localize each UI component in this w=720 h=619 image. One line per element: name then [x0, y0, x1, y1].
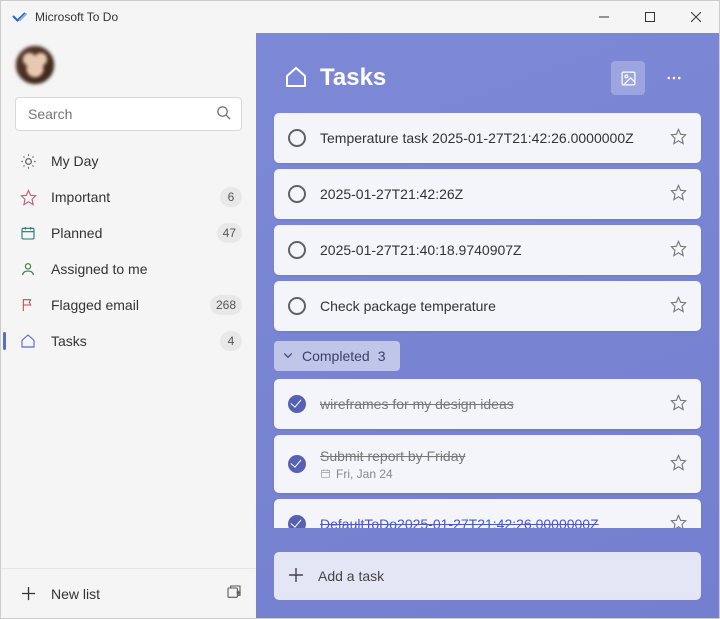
theme-button[interactable] — [611, 61, 645, 95]
star-icon[interactable] — [670, 240, 687, 260]
sidebar-footer: New list — [1, 568, 256, 618]
search-input[interactable] — [26, 105, 216, 123]
completed-label: Completed — [302, 348, 370, 364]
task-title: 2025-01-27T21:42:26Z — [320, 186, 656, 202]
sidebar-item-planned[interactable]: Planned 47 — [1, 215, 256, 251]
complete-circle[interactable] — [288, 241, 306, 259]
star-icon[interactable] — [670, 394, 687, 414]
sun-icon — [19, 153, 37, 170]
sidebar: My Day Important 6 Planned 47 — [1, 33, 256, 618]
star-icon[interactable] — [670, 454, 687, 474]
task-row[interactable]: Check package temperature — [274, 281, 701, 331]
person-icon — [19, 261, 37, 277]
task-title: Submit report by Friday — [320, 448, 656, 464]
task-title: Check package temperature — [320, 298, 656, 314]
sidebar-item-label: Important — [51, 189, 206, 205]
sidebar-item-label: Planned — [51, 225, 203, 241]
new-list-button[interactable]: New list — [51, 586, 212, 602]
star-icon[interactable] — [670, 296, 687, 316]
main-panel: Tasks Temperature task 2025-01-27T21:42:… — [256, 33, 719, 618]
completed-toggle[interactable]: Completed 3 — [274, 341, 400, 371]
task-title: DefaultToDo2025-01-27T21:42:26.0000000Z — [320, 516, 656, 528]
calendar-icon — [19, 225, 37, 241]
nav-list: My Day Important 6 Planned 47 — [1, 143, 256, 359]
completed-check-icon[interactable] — [288, 395, 306, 413]
star-icon[interactable] — [670, 184, 687, 204]
sidebar-item-tasks[interactable]: Tasks 4 — [1, 323, 256, 359]
task-row[interactable]: DefaultToDo2025-01-27T21:42:26.0000000Z — [274, 499, 701, 528]
close-button[interactable] — [673, 1, 719, 33]
sidebar-item-label: My Day — [51, 153, 242, 169]
window-controls — [581, 1, 719, 33]
complete-circle[interactable] — [288, 129, 306, 147]
task-row[interactable]: 2025-01-27T21:40:18.9740907Z — [274, 225, 701, 275]
star-icon[interactable] — [670, 128, 687, 148]
more-options-button[interactable] — [657, 61, 691, 95]
complete-circle[interactable] — [288, 185, 306, 203]
window-title: Microsoft To Do — [35, 10, 118, 24]
title-bar: Microsoft To Do — [1, 1, 719, 33]
task-title: 2025-01-27T21:40:18.9740907Z — [320, 242, 656, 258]
add-task-label: Add a task — [318, 568, 384, 584]
star-icon[interactable] — [670, 514, 687, 528]
sidebar-item-important[interactable]: Important 6 — [1, 179, 256, 215]
flag-icon — [19, 297, 37, 313]
main-header: Tasks — [256, 33, 719, 113]
sidebar-item-assigned[interactable]: Assigned to me — [1, 251, 256, 287]
complete-circle[interactable] — [288, 297, 306, 315]
task-row[interactable]: 2025-01-27T21:42:26Z — [274, 169, 701, 219]
star-icon — [19, 189, 37, 206]
sidebar-item-flagged[interactable]: Flagged email 268 — [1, 287, 256, 323]
task-title: Temperature task 2025-01-27T21:42:26.000… — [320, 130, 656, 146]
sidebar-item-count: 47 — [217, 223, 242, 243]
sidebar-item-label: Assigned to me — [51, 261, 242, 277]
task-row[interactable]: Temperature task 2025-01-27T21:42:26.000… — [274, 113, 701, 163]
home-icon — [19, 333, 37, 349]
task-row[interactable]: Submit report by Friday Fri, Jan 24 — [274, 435, 701, 493]
add-task-input[interactable]: Add a task — [274, 552, 701, 600]
sidebar-item-label: Flagged email — [51, 297, 196, 313]
avatar[interactable] — [15, 45, 55, 85]
completed-check-icon[interactable] — [288, 455, 306, 473]
search-icon — [216, 105, 231, 123]
app-icon — [11, 9, 35, 25]
minimize-button[interactable] — [581, 1, 627, 33]
tasks-list: Temperature task 2025-01-27T21:42:26.000… — [256, 113, 719, 528]
plus-icon — [19, 586, 37, 601]
sidebar-item-label: Tasks — [51, 333, 206, 349]
maximize-button[interactable] — [627, 1, 673, 33]
chevron-down-icon — [282, 348, 294, 364]
completed-count: 3 — [378, 348, 386, 364]
page-title: Tasks — [320, 64, 386, 92]
task-row[interactable]: wireframes for my design ideas — [274, 379, 701, 429]
sidebar-item-count: 6 — [220, 187, 242, 207]
search-box[interactable] — [15, 97, 242, 131]
task-due-date: Fri, Jan 24 — [320, 467, 656, 481]
home-icon — [284, 65, 308, 92]
task-title: wireframes for my design ideas — [320, 396, 656, 412]
sidebar-item-myday[interactable]: My Day — [1, 143, 256, 179]
plus-icon — [288, 567, 304, 586]
sidebar-item-count: 268 — [210, 295, 242, 315]
completed-check-icon[interactable] — [288, 515, 306, 528]
sidebar-item-count: 4 — [220, 331, 242, 351]
new-group-icon[interactable] — [226, 584, 242, 603]
